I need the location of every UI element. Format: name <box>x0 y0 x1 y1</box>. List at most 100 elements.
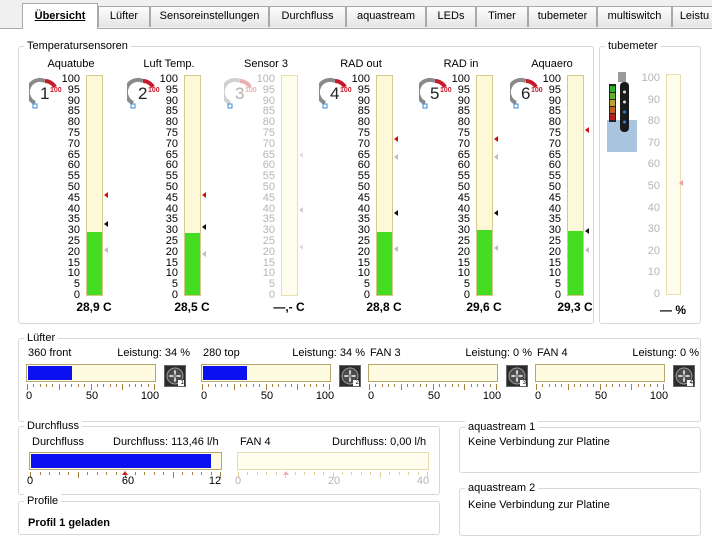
fan-4: FAN 4 Leistung: 0 % 0 50 100 4 <box>534 339 699 419</box>
sensor-tube <box>567 75 584 296</box>
sensor-name: Aquaero <box>531 58 573 70</box>
tab-multiswitch[interactable]: multiswitch <box>597 6 672 27</box>
fan-name: 360 front <box>28 347 72 359</box>
fan-icon[interactable]: 2 <box>339 365 361 387</box>
current-marker-icon <box>104 221 108 227</box>
sensor-value: 29,6 C <box>466 300 502 314</box>
fan-name: FAN 3 <box>370 347 401 359</box>
current-marker-icon <box>299 207 303 213</box>
sensor-tube <box>376 75 393 296</box>
sensor-tube <box>476 75 493 296</box>
tab-timer[interactable]: Timer <box>476 6 528 27</box>
flow-main-fill <box>31 454 212 468</box>
secondary-marker-icon <box>394 154 398 160</box>
fan-1: 360 front Leistung: 34 % 0 50 100 1 <box>25 339 190 419</box>
tab-luefter[interactable]: Lüfter <box>98 6 150 27</box>
current-marker-icon <box>394 210 398 216</box>
fan-bar-fill <box>28 366 72 380</box>
sensor-name: Aquatube <box>47 58 95 70</box>
scale-label: 0 <box>653 288 660 300</box>
scale-label: 40 <box>647 201 660 214</box>
fan-bar <box>201 364 331 382</box>
scale-label: 90 <box>647 93 660 106</box>
flow-fan4-marker-icon <box>283 471 289 475</box>
sensor-value: 28,8 C <box>366 300 402 314</box>
fan-number: 1 <box>180 380 184 386</box>
sensor-4: RAD out 4 100 100 95 90 85 80 75 70 65 60 55 50 45 4… <box>315 47 414 317</box>
sensor-fill <box>185 232 200 295</box>
fan-icon[interactable]: 4 <box>673 365 695 387</box>
sensor-1: Aquatube 1 100 100 95 90 85 80 75 70 65 60 55 50 45… <box>25 47 124 317</box>
fan-3: FAN 3 Leistung: 0 % 0 50 100 3 <box>367 339 532 419</box>
tab-uebersicht[interactable]: Übersicht <box>22 3 98 29</box>
tab-leistung[interactable]: Leistu <box>672 6 712 27</box>
tubemeter-marker-icon <box>679 180 683 186</box>
tick-label: 50 <box>260 390 274 402</box>
tab-sensoreinstellungen[interactable]: Sensoreinstellungen <box>150 6 269 27</box>
sensor-value: 28,9 C <box>76 300 112 314</box>
tubemeter-group: tubemeter 100 90 80 70 60 50 40 30 20 10 0 — <box>599 39 701 324</box>
alarm-marker-icon <box>394 136 398 142</box>
sensor-fill <box>377 231 392 295</box>
tick-label: 50 <box>85 390 99 402</box>
current-marker-icon <box>202 224 206 230</box>
sensor-value: 28,5 C <box>174 300 210 314</box>
lower-marker-icon <box>104 247 108 253</box>
aquastream1-group: aquastream 1 Keine Verbindung zur Platin… <box>459 420 701 473</box>
sensor-number: 6 <box>521 84 531 103</box>
scale-label: 60 <box>647 158 660 171</box>
sensor-name: RAD in <box>443 58 479 70</box>
fan-power: Leistung: 34 % <box>292 347 365 359</box>
sensor-number: 5 <box>430 84 440 103</box>
sensor-fill <box>87 231 102 295</box>
scale-label: 70 <box>647 136 660 149</box>
aquastream1-status: Keine Verbindung zur Platine <box>468 436 610 448</box>
tab-durchfluss[interactable]: Durchfluss <box>269 6 346 27</box>
fan-name: FAN 4 <box>537 347 568 359</box>
fan-icon[interactable]: 1 <box>164 365 186 387</box>
tick-label: 0 <box>367 390 375 402</box>
flow-group: Durchfluss Durchfluss Durchfluss: 113,46… <box>18 419 440 495</box>
fan-bar-fill <box>203 366 247 380</box>
temperature-sensors-group: Temperatursensoren Aquatube 1 100 100 95 9… <box>18 39 594 324</box>
scale-label: 50 <box>647 180 660 192</box>
lower-marker-icon <box>299 244 303 250</box>
tick-label: 100 <box>482 390 502 402</box>
tick-label: 100 <box>649 390 669 402</box>
group-title: aquastream 2 <box>465 481 539 495</box>
fan-icon[interactable]: 3 <box>506 365 528 387</box>
tick-label: 100 <box>140 390 160 402</box>
tick-label: 60 <box>121 475 135 487</box>
sensor-number: 2 <box>138 84 148 103</box>
scale-label: 100 <box>641 72 660 84</box>
sensor-6: Aquaero 6 100 100 95 90 85 80 75 70 65 60 55 50 45 4… <box>506 47 605 317</box>
fan-power: Leistung: 0 % <box>632 347 699 359</box>
tick-label: 0 <box>234 475 242 487</box>
tab-leds[interactable]: LEDs <box>426 6 476 27</box>
sensor-fill <box>477 230 492 295</box>
tick-label: 50 <box>594 390 608 402</box>
tick-label: 0 <box>534 390 542 402</box>
tick-label: 50 <box>427 390 441 402</box>
fan-number: 4 <box>689 380 693 386</box>
lower-marker-icon <box>585 247 589 253</box>
fan-2: 280 top Leistung: 34 % 0 50 100 2 <box>200 339 365 419</box>
flow-fan4-bar <box>237 452 429 470</box>
tick-label: 40 <box>416 475 430 487</box>
tab-label: Übersicht <box>34 10 86 22</box>
fan-bar <box>26 364 156 382</box>
flow-main-name: Durchfluss <box>32 436 84 448</box>
fan-name: 280 top <box>203 347 240 359</box>
sensor-value: —,- C <box>273 300 305 314</box>
sensor-tube <box>184 75 201 296</box>
flow-fan4-name: FAN 4 <box>240 436 271 448</box>
fan-number: 3 <box>522 380 526 386</box>
fan-bar <box>368 364 498 382</box>
profile-status: Profil 1 geladen <box>28 517 110 529</box>
tab-tubemeter[interactable]: tubemeter <box>528 6 597 27</box>
alarm-marker-icon <box>299 152 303 158</box>
lower-marker-icon <box>494 245 498 251</box>
current-marker-icon <box>585 228 589 234</box>
tab-aquastream[interactable]: aquastream <box>346 6 426 27</box>
sensor-5: RAD in 5 100 100 95 90 85 80 75 70 65 60 55 50 45 40… <box>415 47 514 317</box>
